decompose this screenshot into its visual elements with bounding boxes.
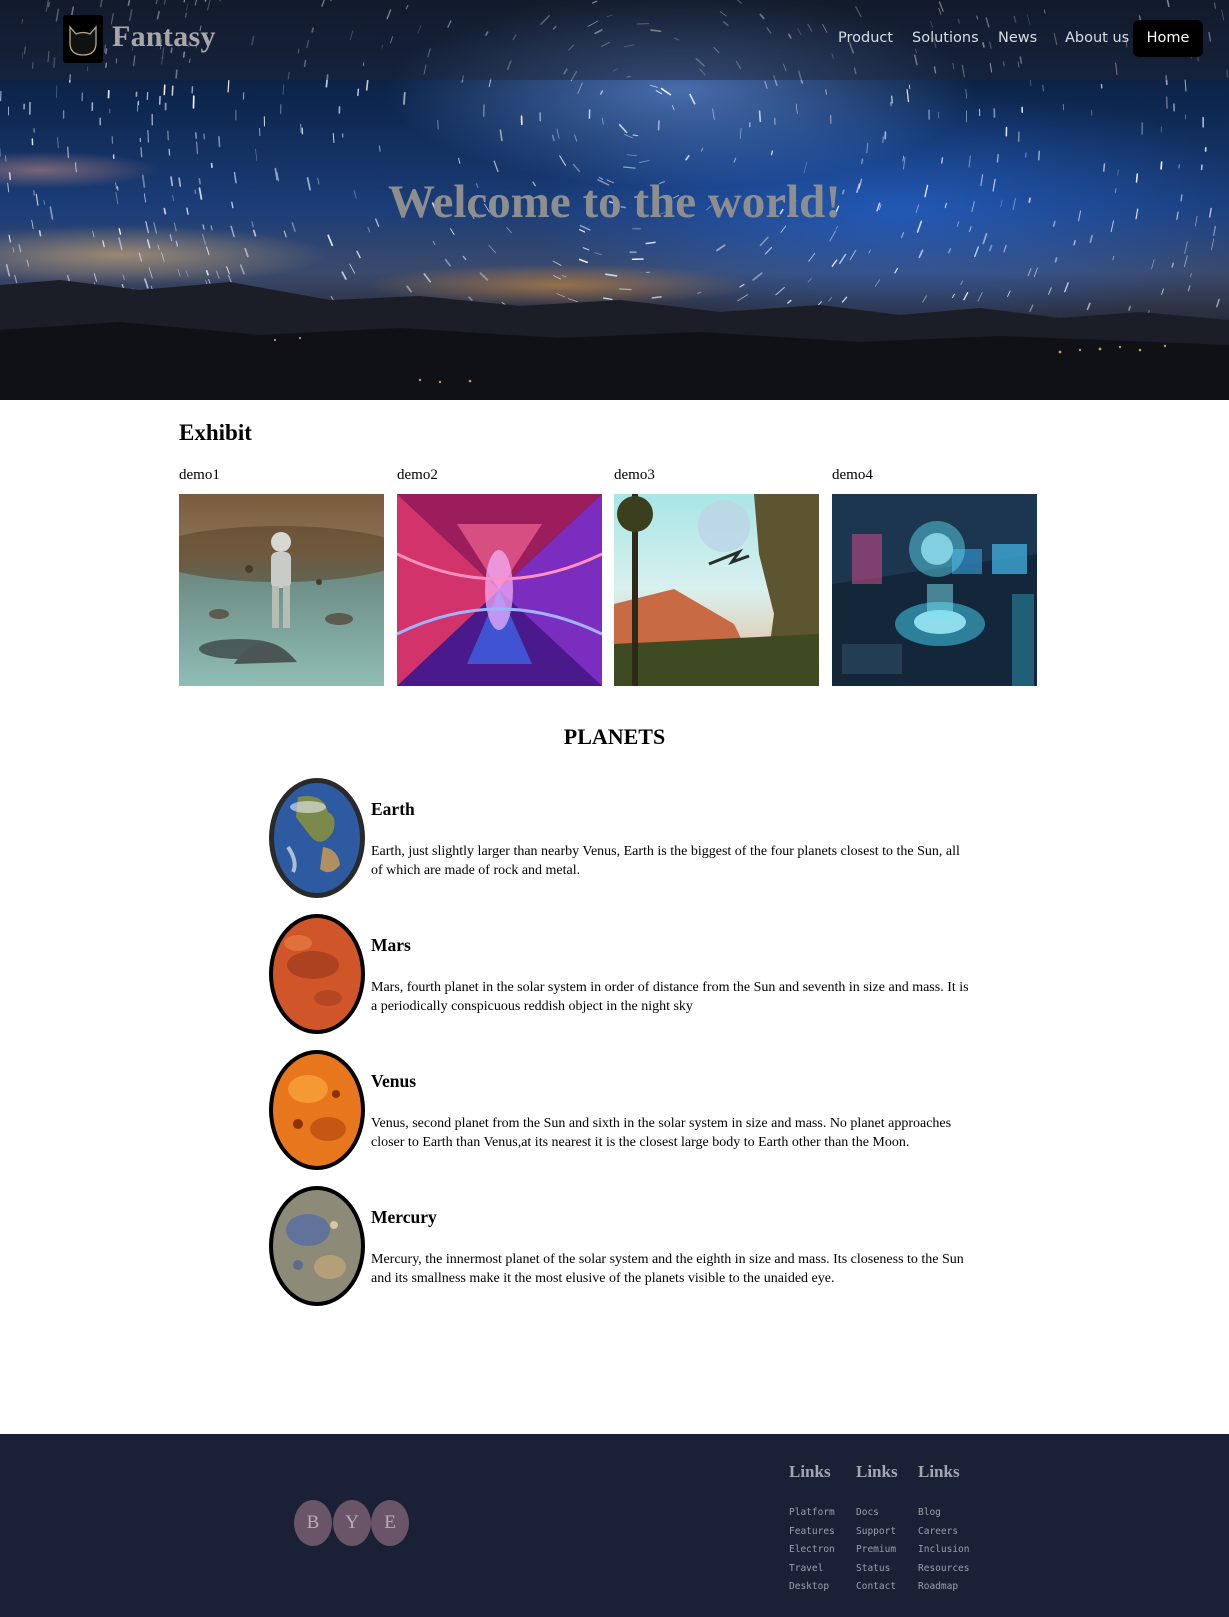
footer-link-premium[interactable]: Premium xyxy=(856,1541,898,1560)
venus-image xyxy=(269,1050,365,1170)
footer-column-title: Links xyxy=(856,1462,898,1481)
planet-description: Earth, just slightly larger than nearby … xyxy=(371,844,960,878)
footer-link-status[interactable]: Status xyxy=(856,1560,898,1579)
planet-name: Earth xyxy=(371,799,415,819)
hero-banner: Fantasy Product Solutions News About us … xyxy=(0,0,1229,400)
footer-link-contact[interactable]: Contact xyxy=(856,1578,898,1597)
planet-item-earth: Earth Earth, just slightly larger than n… xyxy=(268,777,968,899)
exhibit-card-label: demo1 xyxy=(179,467,220,483)
exhibit-card-demo3[interactable]: demo3 xyxy=(614,467,819,686)
footer-column-title: Links xyxy=(918,1462,960,1481)
footer-links-column-3: Links Blog Careers Inclusion Resources R… xyxy=(918,1462,969,1597)
logo[interactable] xyxy=(63,15,103,63)
footer-link-support[interactable]: Support xyxy=(856,1523,898,1542)
footer-link-roadmap[interactable]: Roadmap xyxy=(918,1578,969,1597)
sci-fi-lab-room-image[interactable] xyxy=(832,494,1037,686)
planet-description: Mars, fourth planet in the solar system … xyxy=(371,980,969,1014)
exhibit-card-demo4[interactable]: demo4 xyxy=(832,467,1037,686)
footer-link-electron[interactable]: Electron xyxy=(789,1541,835,1560)
planet-name: Mars xyxy=(371,935,411,955)
footer-link-platform[interactable]: Platform xyxy=(789,1504,835,1523)
nav-about-us[interactable]: About us xyxy=(1065,30,1129,46)
footer-links-column-2: Links Docs Support Premium Status Contac… xyxy=(856,1462,898,1597)
footer-links-column-1: Links Platform Features Electron Travel … xyxy=(789,1462,835,1597)
bye-bubble-b[interactable]: B xyxy=(294,1500,332,1546)
planet-item-venus: Venus Venus, second planet from the Sun … xyxy=(268,1049,968,1171)
planets-title: PLANETS xyxy=(563,724,666,749)
exhibit-card-demo2[interactable]: demo2 xyxy=(397,467,602,686)
nav-news[interactable]: News xyxy=(998,30,1037,46)
alien-planet-landscape-image[interactable] xyxy=(614,494,819,686)
footer-link-docs[interactable]: Docs xyxy=(856,1504,898,1523)
footer-link-inclusion[interactable]: Inclusion xyxy=(918,1541,969,1560)
footer-column-title: Links xyxy=(789,1462,831,1481)
bye-bubble-e[interactable]: E xyxy=(371,1500,409,1546)
mercury-image xyxy=(269,1186,365,1306)
footer: B Y E Links Platform Features Electron T… xyxy=(0,1434,1229,1617)
footer-link-resources[interactable]: Resources xyxy=(918,1560,969,1579)
exhibit-title: Exhibit xyxy=(179,420,252,445)
top-navbar: Fantasy Product Solutions News About us … xyxy=(0,0,1229,80)
exhibit-card-label: demo4 xyxy=(832,467,873,483)
planet-description: Mercury, the innermost planet of the sol… xyxy=(371,1252,964,1286)
neon-abstract-corridor-image[interactable] xyxy=(397,494,602,686)
nav-home-button[interactable]: Home xyxy=(1133,20,1203,57)
footer-link-blog[interactable]: Blog xyxy=(918,1504,969,1523)
earth-image xyxy=(269,778,365,898)
brand-name[interactable]: Fantasy xyxy=(112,20,216,54)
mars-image xyxy=(269,914,365,1034)
footer-link-features[interactable]: Features xyxy=(789,1523,835,1542)
footer-link-travel[interactable]: Travel xyxy=(789,1560,835,1579)
nav-product[interactable]: Product xyxy=(838,30,893,46)
bye-bubble-y[interactable]: Y xyxy=(333,1500,371,1546)
planet-item-mercury: Mercury Mercury, the innermost planet of… xyxy=(268,1185,968,1307)
footer-link-careers[interactable]: Careers xyxy=(918,1523,969,1542)
planet-name: Venus xyxy=(371,1071,417,1091)
hero-title: Welcome to the world! xyxy=(388,176,841,228)
nav-solutions[interactable]: Solutions xyxy=(912,30,979,46)
planet-description: Venus, second planet from the Sun and si… xyxy=(371,1116,952,1150)
exhibit-card-label: demo3 xyxy=(614,467,655,483)
footer-link-desktop[interactable]: Desktop xyxy=(789,1578,835,1597)
astronaut-floating-rocks-image[interactable] xyxy=(179,494,384,686)
exhibit-card-label: demo2 xyxy=(397,467,438,483)
exhibit-card-demo1[interactable]: demo1 xyxy=(179,467,384,686)
cat-head-icon xyxy=(69,25,97,56)
planet-item-mars: Mars Mars, fourth planet in the solar sy… xyxy=(268,913,969,1035)
planet-name: Mercury xyxy=(371,1207,437,1227)
